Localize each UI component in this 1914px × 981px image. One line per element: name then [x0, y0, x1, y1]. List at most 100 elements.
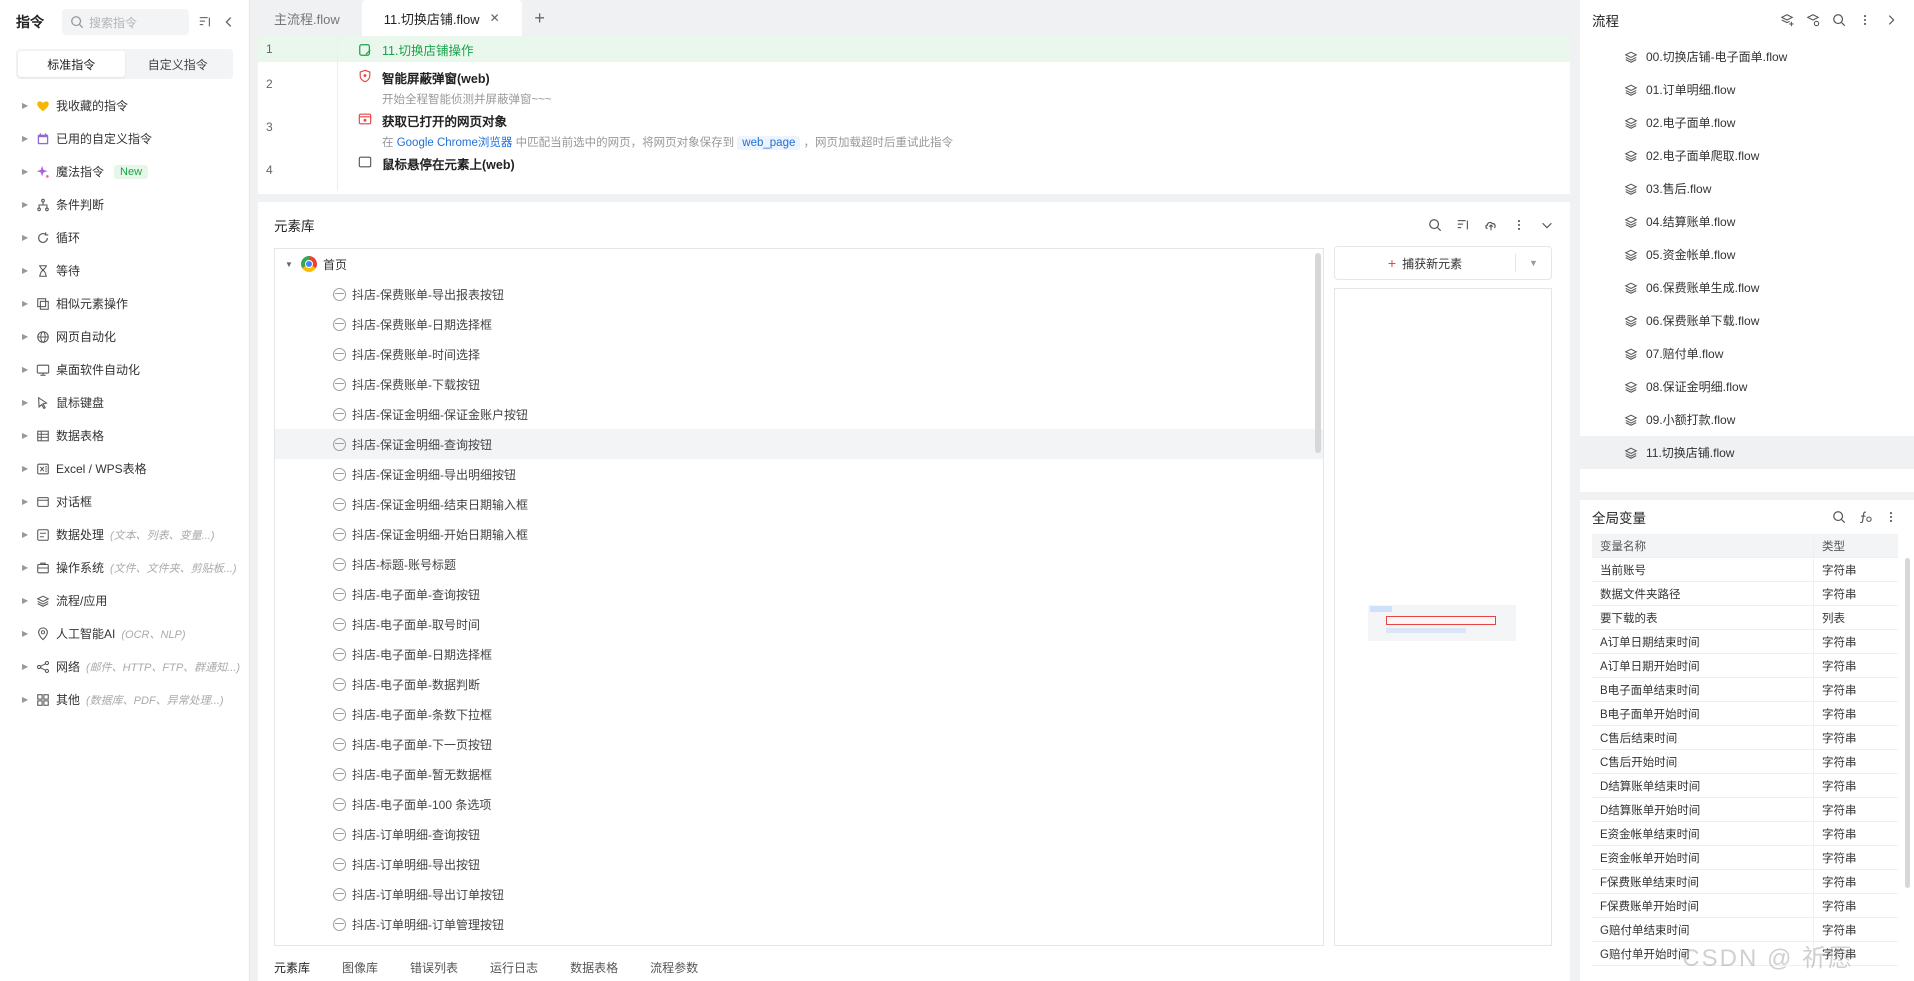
editor-row-1[interactable]: 1 11.切换店铺操作	[258, 36, 1570, 62]
element-tree-item[interactable]: 抖店-保证金明细-开始日期输入框	[275, 519, 1323, 549]
bottom-tab[interactable]: 错误列表	[410, 959, 458, 976]
flow-list-item[interactable]: 11.切换店铺.flow	[1580, 436, 1914, 469]
table-row[interactable]: A订单日期开始时间 字符串	[1592, 654, 1898, 678]
element-tree-item[interactable]: 抖店-电子面单-日期选择框	[275, 639, 1323, 669]
element-tree-item[interactable]: 抖店-电子面单-数据判断	[275, 669, 1323, 699]
scrollbar[interactable]	[1315, 253, 1321, 453]
editor-row-2[interactable]: 2 智能屏蔽弹窗(web) 开始全程智能侦测并屏蔽弹窗~~~	[258, 62, 1570, 106]
table-row[interactable]: E资金帐单开始时间 字符串	[1592, 846, 1898, 870]
bottom-tab[interactable]: 流程参数	[650, 959, 698, 976]
capture-new-element-button[interactable]: + 捕获新元素 ▼	[1334, 246, 1552, 280]
element-tree-item[interactable]: 抖店-标题-账号标题	[275, 549, 1323, 579]
element-tree-item[interactable]: 抖店-电子面单-100 条选项	[275, 789, 1323, 819]
table-row[interactable]: 当前账号 字符串	[1592, 558, 1898, 582]
bottom-tab[interactable]: 数据表格	[570, 959, 618, 976]
sort-icon[interactable]	[1456, 218, 1470, 232]
command-category-item[interactable]: ▶ 操作系统 (文件、文件夹、剪贴板...)	[0, 551, 249, 584]
caret-right-icon[interactable]: ▶	[22, 695, 30, 704]
search-icon[interactable]	[1832, 13, 1846, 27]
cloud-upload-icon[interactable]	[1484, 218, 1498, 232]
chevron-down-icon[interactable]	[1540, 218, 1554, 232]
flow-list-item[interactable]: 08.保证金明细.flow	[1580, 370, 1914, 403]
table-row[interactable]: C售后结束时间 字符串	[1592, 726, 1898, 750]
caret-right-icon[interactable]: ▶	[22, 530, 30, 539]
tab-custom-commands[interactable]: 自定义指令	[125, 51, 232, 77]
element-tree-item[interactable]: 抖店-保费账单-时间选择	[275, 339, 1323, 369]
element-tree-item[interactable]: 抖店-保证金明细-保证金账户按钮	[275, 399, 1323, 429]
chevron-down-icon[interactable]: ▼	[1515, 254, 1551, 272]
flow-list-item[interactable]: 06.保费账单下载.flow	[1580, 304, 1914, 337]
table-row[interactable]: 要下载的表 列表	[1592, 606, 1898, 630]
sort-icon[interactable]	[197, 14, 213, 30]
command-category-item[interactable]: ▶ 数据表格	[0, 419, 249, 452]
table-row[interactable]: A订单日期结束时间 字符串	[1592, 630, 1898, 654]
command-category-item[interactable]: ▶ 流程/应用	[0, 584, 249, 617]
command-category-item[interactable]: ▶ 数据处理 (文本、列表、变量...)	[0, 518, 249, 551]
command-category-item[interactable]: ▶ 魔法指令 New	[0, 155, 249, 188]
caret-right-icon[interactable]: ▶	[22, 596, 30, 605]
editor-row-3[interactable]: 3 获取已打开的网页对象 在 Google Chrome浏览器 中匹配当前选中的…	[258, 105, 1570, 150]
collapse-panel-icon[interactable]	[1884, 13, 1898, 27]
caret-right-icon[interactable]: ▶	[22, 629, 30, 638]
caret-right-icon[interactable]: ▶	[22, 299, 30, 308]
caret-right-icon[interactable]: ▶	[22, 101, 30, 110]
command-category-item[interactable]: ▶ 网络 (邮件、HTTP、FTP、群通知...)	[0, 650, 249, 683]
tab-standard-commands[interactable]: 标准指令	[18, 51, 125, 77]
table-row[interactable]: F保费账单结束时间 字符串	[1592, 870, 1898, 894]
more-icon[interactable]	[1884, 510, 1898, 524]
element-tree-item[interactable]: 抖店-电子面单-取号时间	[275, 609, 1323, 639]
table-row[interactable]: F保费账单开始时间 字符串	[1592, 894, 1898, 918]
more-icon[interactable]	[1512, 218, 1526, 232]
table-row[interactable]: B电子面单结束时间 字符串	[1592, 678, 1898, 702]
search-icon[interactable]	[1428, 218, 1442, 232]
element-tree-item[interactable]: 抖店-订单明细-导出订单按钮	[275, 879, 1323, 909]
bottom-tab[interactable]: 元素库	[274, 959, 310, 976]
flow-list-item[interactable]: 02.电子面单爬取.flow	[1580, 139, 1914, 172]
element-tree-item[interactable]: 抖店-保证金明细-导出明细按钮	[275, 459, 1323, 489]
flow-list-item[interactable]: 02.电子面单.flow	[1580, 106, 1914, 139]
command-category-item[interactable]: ▶ 桌面软件自动化	[0, 353, 249, 386]
editor-row-4[interactable]: 4 鼠标悬停在元素上(web)	[258, 148, 1570, 191]
command-category-item[interactable]: ▶ 等待	[0, 254, 249, 287]
element-tree-item[interactable]: 抖店-保费账单-下载按钮	[275, 369, 1323, 399]
flow-list-item[interactable]: 03.售后.flow	[1580, 172, 1914, 205]
caret-right-icon[interactable]: ▶	[22, 431, 30, 440]
table-row[interactable]: 数据文件夹路径 字符串	[1592, 582, 1898, 606]
element-tree-item[interactable]: 抖店-电子面单-查询按钮	[275, 579, 1323, 609]
add-flow-icon[interactable]	[1780, 13, 1794, 27]
more-icon[interactable]	[1858, 13, 1872, 27]
command-category-item[interactable]: ▶ Excel / WPS表格	[0, 452, 249, 485]
element-tree-item[interactable]: 抖店-保费账单-日期选择框	[275, 309, 1323, 339]
table-row[interactable]: D结算账单结束时间 字符串	[1592, 774, 1898, 798]
element-tree-item[interactable]: 抖店-保费账单-导出报表按钮	[275, 279, 1323, 309]
function-icon[interactable]	[1858, 510, 1872, 524]
command-category-item[interactable]: ▶ 人工智能AI (OCR、NLP)	[0, 617, 249, 650]
tree-root-node[interactable]: ▼ 首页	[275, 249, 1323, 279]
caret-right-icon[interactable]: ▶	[22, 332, 30, 341]
element-tree-item[interactable]: 抖店-保证金明细-查询按钮	[275, 429, 1323, 459]
element-tree-item[interactable]: 抖店-电子面单-下一页按钮	[275, 729, 1323, 759]
element-tree-item[interactable]: 抖店-订单明细-导出按钮	[275, 849, 1323, 879]
command-category-item[interactable]: ▶ 相似元素操作	[0, 287, 249, 320]
caret-right-icon[interactable]: ▶	[22, 464, 30, 473]
tab-main-flow[interactable]: 主流程.flow	[252, 0, 362, 36]
command-search-input[interactable]: 搜索指令	[62, 9, 189, 35]
caret-right-icon[interactable]: ▶	[22, 134, 30, 143]
table-row[interactable]: B电子面单开始时间 字符串	[1592, 702, 1898, 726]
flow-list-item[interactable]: 00.切换店铺-电子面单.flow	[1580, 40, 1914, 73]
caret-right-icon[interactable]: ▶	[22, 662, 30, 671]
command-category-item[interactable]: ▶ 对话框	[0, 485, 249, 518]
command-category-item[interactable]: ▶ 条件判断	[0, 188, 249, 221]
flow-list-item[interactable]: 06.保费账单生成.flow	[1580, 271, 1914, 304]
flow-list-item[interactable]: 07.赔付单.flow	[1580, 337, 1914, 370]
table-row[interactable]: C售后开始时间 字符串	[1592, 750, 1898, 774]
caret-right-icon[interactable]: ▶	[22, 167, 30, 176]
caret-right-icon[interactable]: ▶	[22, 398, 30, 407]
caret-right-icon[interactable]: ▶	[22, 365, 30, 374]
flow-list-item[interactable]: 05.资金帐单.flow	[1580, 238, 1914, 271]
flow-list-item[interactable]: 04.结算账单.flow	[1580, 205, 1914, 238]
settings-flow-icon[interactable]	[1806, 13, 1820, 27]
bottom-tab[interactable]: 运行日志	[490, 959, 538, 976]
element-tree-item[interactable]: 抖店-订单明细-查询按钮	[275, 819, 1323, 849]
caret-right-icon[interactable]: ▶	[22, 497, 30, 506]
